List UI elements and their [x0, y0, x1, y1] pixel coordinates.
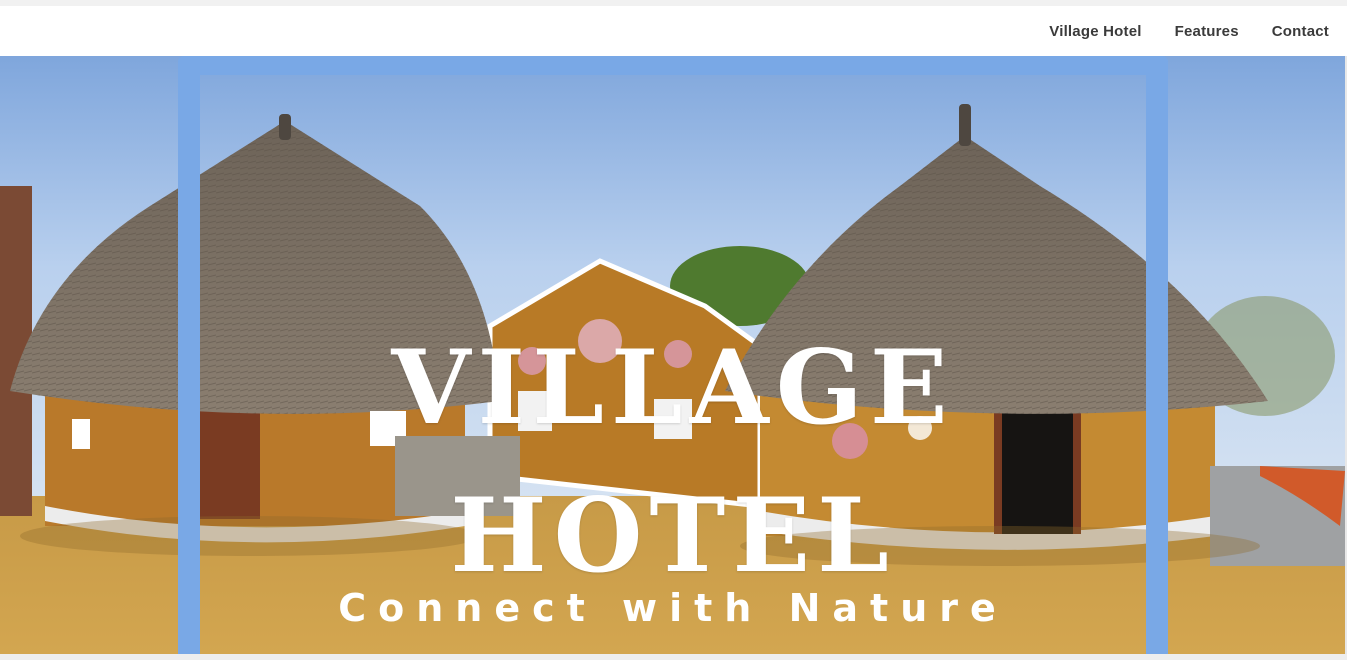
- nav-link-contact[interactable]: Contact: [1272, 23, 1329, 40]
- hero-subtitle: Connect with Nature: [338, 586, 1008, 630]
- bottom-strip: [0, 654, 1347, 660]
- hero-title: VILLAGE HOTEL: [200, 314, 1146, 610]
- nav-link-features[interactable]: Features: [1175, 23, 1239, 40]
- hero-section: VILLAGE HOTEL Connect with Nature: [0, 56, 1345, 654]
- nav-link-village-hotel[interactable]: Village Hotel: [1049, 23, 1141, 40]
- main-nav: Village Hotel Features Contact: [1049, 23, 1329, 40]
- hero-title-line-1: VILLAGE: [391, 328, 955, 449]
- top-navbar: Village Hotel Features Contact: [0, 6, 1347, 56]
